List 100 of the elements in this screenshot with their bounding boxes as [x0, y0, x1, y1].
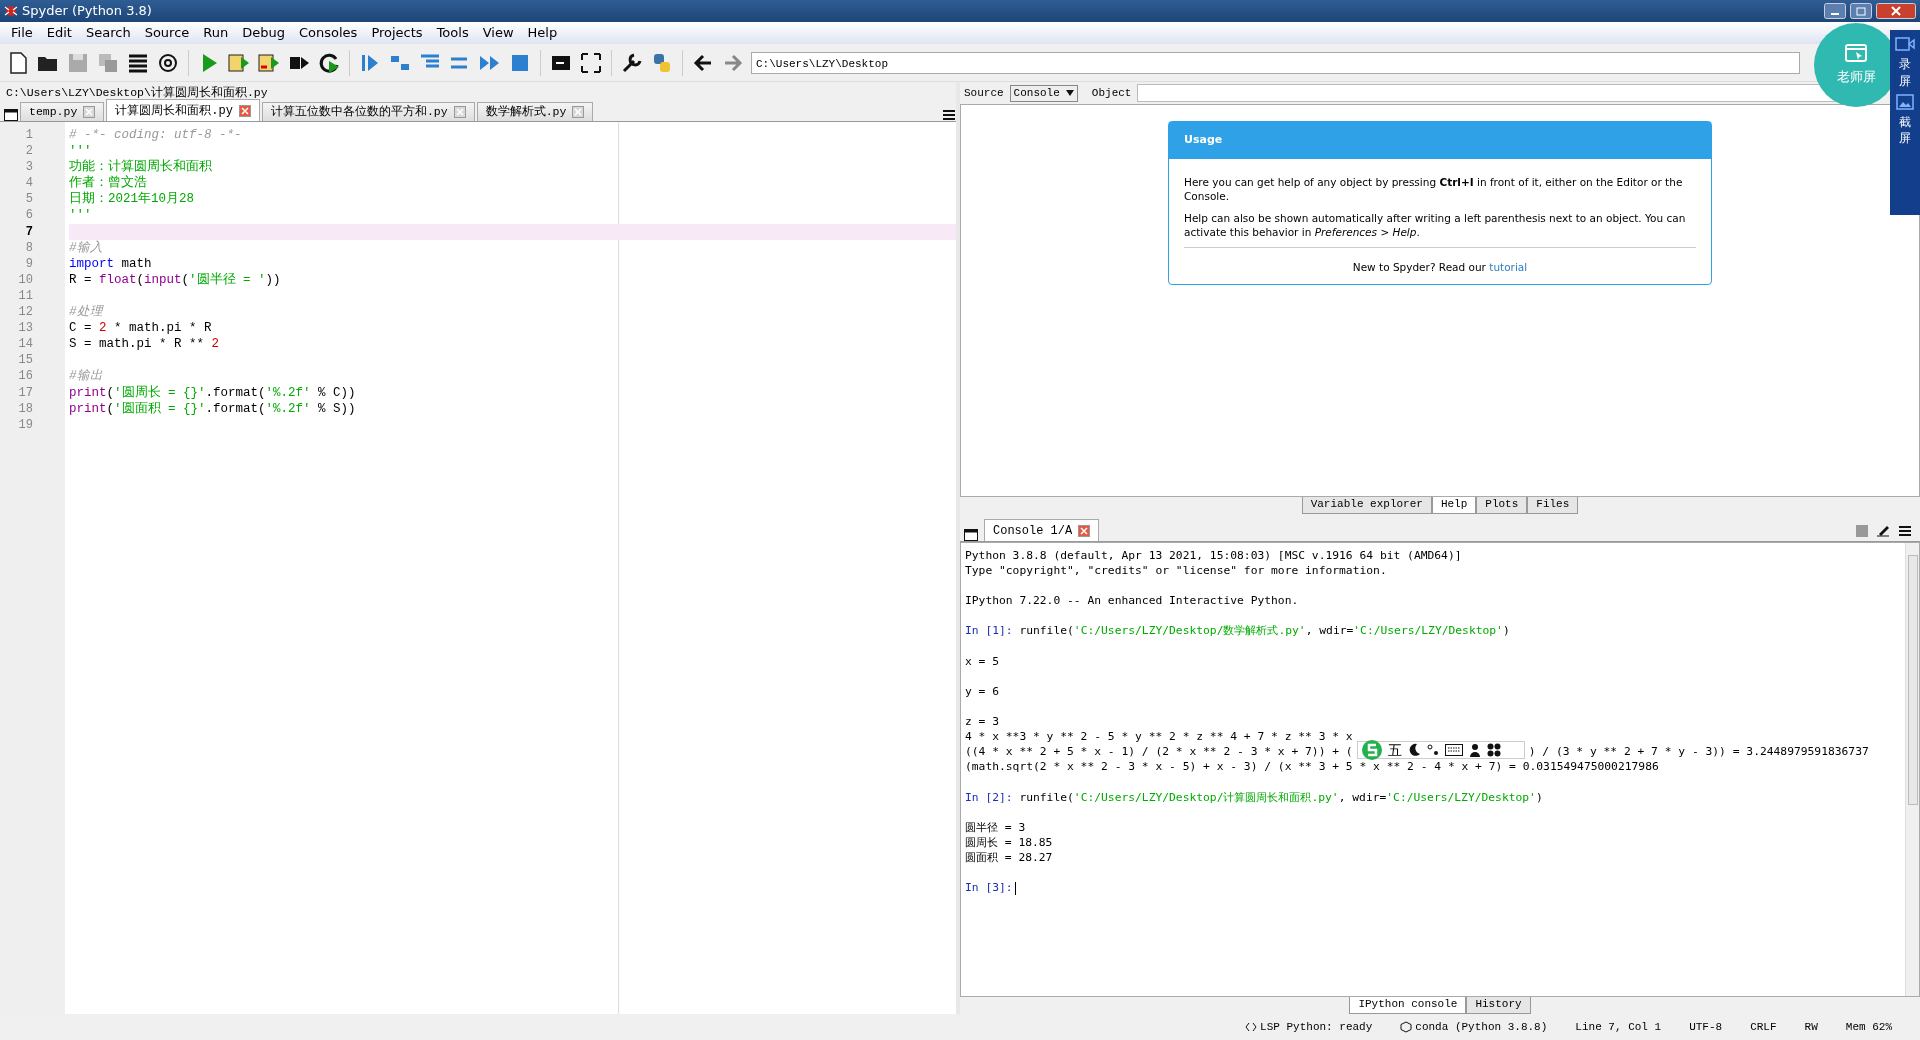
- pane-tab[interactable]: Variable explorer: [1301, 497, 1432, 514]
- code-line: print('圆面积 = {}'.format('%.2f' % S)): [69, 400, 357, 417]
- code-line: C = 2 * math.pi * R: [69, 320, 213, 337]
- window-cursor-icon: [1845, 43, 1867, 64]
- eraser-icon[interactable]: [1876, 525, 1890, 537]
- line-number: 6: [24, 207, 33, 224]
- status-item: conda (Python 3.8.8): [1415, 1019, 1548, 1035]
- close-icon[interactable]: [83, 106, 96, 118]
- keyboard-icon[interactable]: [1444, 744, 1463, 757]
- menu-item[interactable]: Tools: [429, 23, 476, 43]
- editor-tab[interactable]: 数学解析式.py: [476, 102, 594, 121]
- video-icon[interactable]: [1895, 36, 1915, 52]
- code-line: #处理: [69, 304, 105, 321]
- code-line: # -*- coding: utf-8 -*-: [69, 127, 243, 144]
- menu-item[interactable]: Search: [78, 23, 138, 43]
- menu-item[interactable]: View: [475, 23, 521, 43]
- spider-icon: [4, 4, 18, 18]
- line-number: 12: [17, 304, 33, 321]
- close-icon[interactable]: [1078, 524, 1091, 537]
- pane-tab[interactable]: Help: [1431, 497, 1477, 514]
- grid-icon[interactable]: [1486, 743, 1501, 758]
- line-number: 8: [24, 239, 33, 256]
- close-icon[interactable]: [1876, 3, 1916, 19]
- editor-tab[interactable]: 计算圆周长和面积.py: [106, 99, 260, 121]
- fullscreen-icon[interactable]: [579, 50, 603, 75]
- help-paragraph: Help can also be shown automatically after writing a left parenthesis next to an object. You can activate this behavior in Preferences > Help.: [1184, 210, 1687, 240]
- code-line: ''': [69, 207, 93, 224]
- line-number: 19: [17, 416, 33, 433]
- menu-icon[interactable]: [942, 109, 956, 121]
- source-dropdown[interactable]: Console: [1009, 84, 1078, 102]
- editor-tab[interactable]: temp.py: [20, 102, 105, 121]
- console-line: x = 5: [965, 653, 999, 669]
- image-icon[interactable]: [1896, 93, 1914, 110]
- menu-item[interactable]: Help: [520, 23, 565, 43]
- code-icon: [1245, 1021, 1258, 1033]
- record-label[interactable]: 录屏: [1899, 56, 1911, 90]
- code-line: R = float(input('圆半径 = ')): [69, 271, 282, 288]
- browse-tabs-icon[interactable]: [964, 529, 978, 541]
- menu-item[interactable]: File: [4, 23, 40, 43]
- close-icon[interactable]: [453, 106, 466, 118]
- code-line: 功能：计算圆周长和面积: [69, 159, 213, 175]
- path-field[interactable]: C:\Users\LZY\Desktop: [751, 51, 1800, 74]
- line-number: 3: [24, 159, 33, 176]
- card-title: Usage: [1169, 122, 1711, 159]
- line-number: 16: [17, 368, 33, 385]
- line-number: 10: [17, 271, 33, 288]
- console-text: ((4 * x ** 2 + 5 * x - 1) / (2 * x ** 2 - 3 * x + 7)) + (: [965, 745, 1353, 759]
- console-text: ) / (3 * y ** 2 + 7 * y - 3)) = 3.2448979591836737: [1528, 745, 1869, 759]
- text-cursor: [1014, 881, 1016, 895]
- line-number: 15: [17, 352, 33, 369]
- line-number: 13: [17, 320, 33, 337]
- menu-item[interactable]: Run: [196, 23, 236, 43]
- line-number: 1: [24, 127, 33, 144]
- console-line: z = 3: [965, 714, 999, 730]
- menu-item[interactable]: Edit: [39, 23, 79, 43]
- close-icon[interactable]: [238, 104, 251, 117]
- status-item: UTF-8: [1689, 1019, 1723, 1035]
- window-title: Spyder (Python 3.8): [22, 2, 152, 21]
- editor-tab[interactable]: 计算五位数中各位数的平方和.py: [261, 102, 475, 121]
- code-line: 作者：曾文浩: [69, 175, 148, 191]
- console-line: Type "copyright", "credits" or "license" for more information.: [965, 563, 1387, 579]
- code-line: 日期：2021年10月28: [69, 191, 195, 208]
- status-item: Line 7, Col 1: [1575, 1019, 1662, 1035]
- pane-tab[interactable]: Plots: [1476, 497, 1528, 514]
- line-number: 11: [17, 287, 33, 305]
- pane-tab[interactable]: Files: [1527, 497, 1579, 514]
- help-paragraph: Here you can get help of any object by pressing Ctrl+I in front of it, either on the Editor or the Console.: [1184, 174, 1684, 203]
- pane-tab[interactable]: History: [1466, 997, 1531, 1014]
- browse-tabs-icon[interactable]: [4, 109, 18, 121]
- cube-icon: [1400, 1021, 1413, 1033]
- console-line: (math.sqrt(2 * x ** 2 - 3 * x - 5) + x - 3) / (x ** 3 + 5 * x ** 2 - 4 * x + 7) = 0.031549475000217986: [965, 759, 1659, 775]
- menu-item[interactable]: Consoles: [292, 23, 365, 43]
- pane-tab[interactable]: IPython console: [1349, 997, 1467, 1014]
- code-line: S = math.pi * R ** 2: [69, 336, 221, 353]
- console-line: y = 6: [965, 683, 999, 699]
- status-item: Mem 62%: [1845, 1019, 1892, 1035]
- console-tab[interactable]: Console 1/A: [984, 519, 1100, 541]
- restore-icon[interactable]: [1850, 3, 1872, 19]
- console-line: Python 3.8.8 (default, Apr 13 2021, 15:08:03) [MSC v.1916 64 bit (AMD64)]: [965, 548, 1462, 564]
- line-number: 18: [17, 400, 33, 417]
- person-icon[interactable]: [1467, 743, 1482, 758]
- console-line: In [3]:: [965, 864, 1016, 896]
- tutorial-link[interactable]: tutorial: [1489, 261, 1528, 274]
- line-number: 2: [24, 143, 33, 160]
- scrollbar[interactable]: [1905, 543, 1919, 996]
- input-mode-label[interactable]: 五: [1387, 742, 1402, 758]
- menu-item[interactable]: Projects: [364, 23, 430, 43]
- line-number: 17: [17, 384, 33, 401]
- line-number: 14: [17, 336, 33, 353]
- menu-icon[interactable]: [1898, 525, 1912, 537]
- capture-label[interactable]: 截屏: [1899, 113, 1911, 148]
- minimize-icon[interactable]: [1824, 3, 1846, 19]
- menu-item[interactable]: Source: [137, 23, 197, 43]
- punctuation-icon[interactable]: [1425, 743, 1440, 758]
- status-item: RW: [1804, 1019, 1818, 1035]
- file-path: C:\Users\LZY\Desktop\计算圆周长和面积.py: [5, 85, 269, 100]
- close-icon[interactable]: [572, 106, 585, 118]
- line-number: 9: [24, 255, 33, 272]
- menu-item[interactable]: Debug: [235, 23, 292, 43]
- console-line: 圆周长 = 18.85: [965, 834, 1053, 850]
